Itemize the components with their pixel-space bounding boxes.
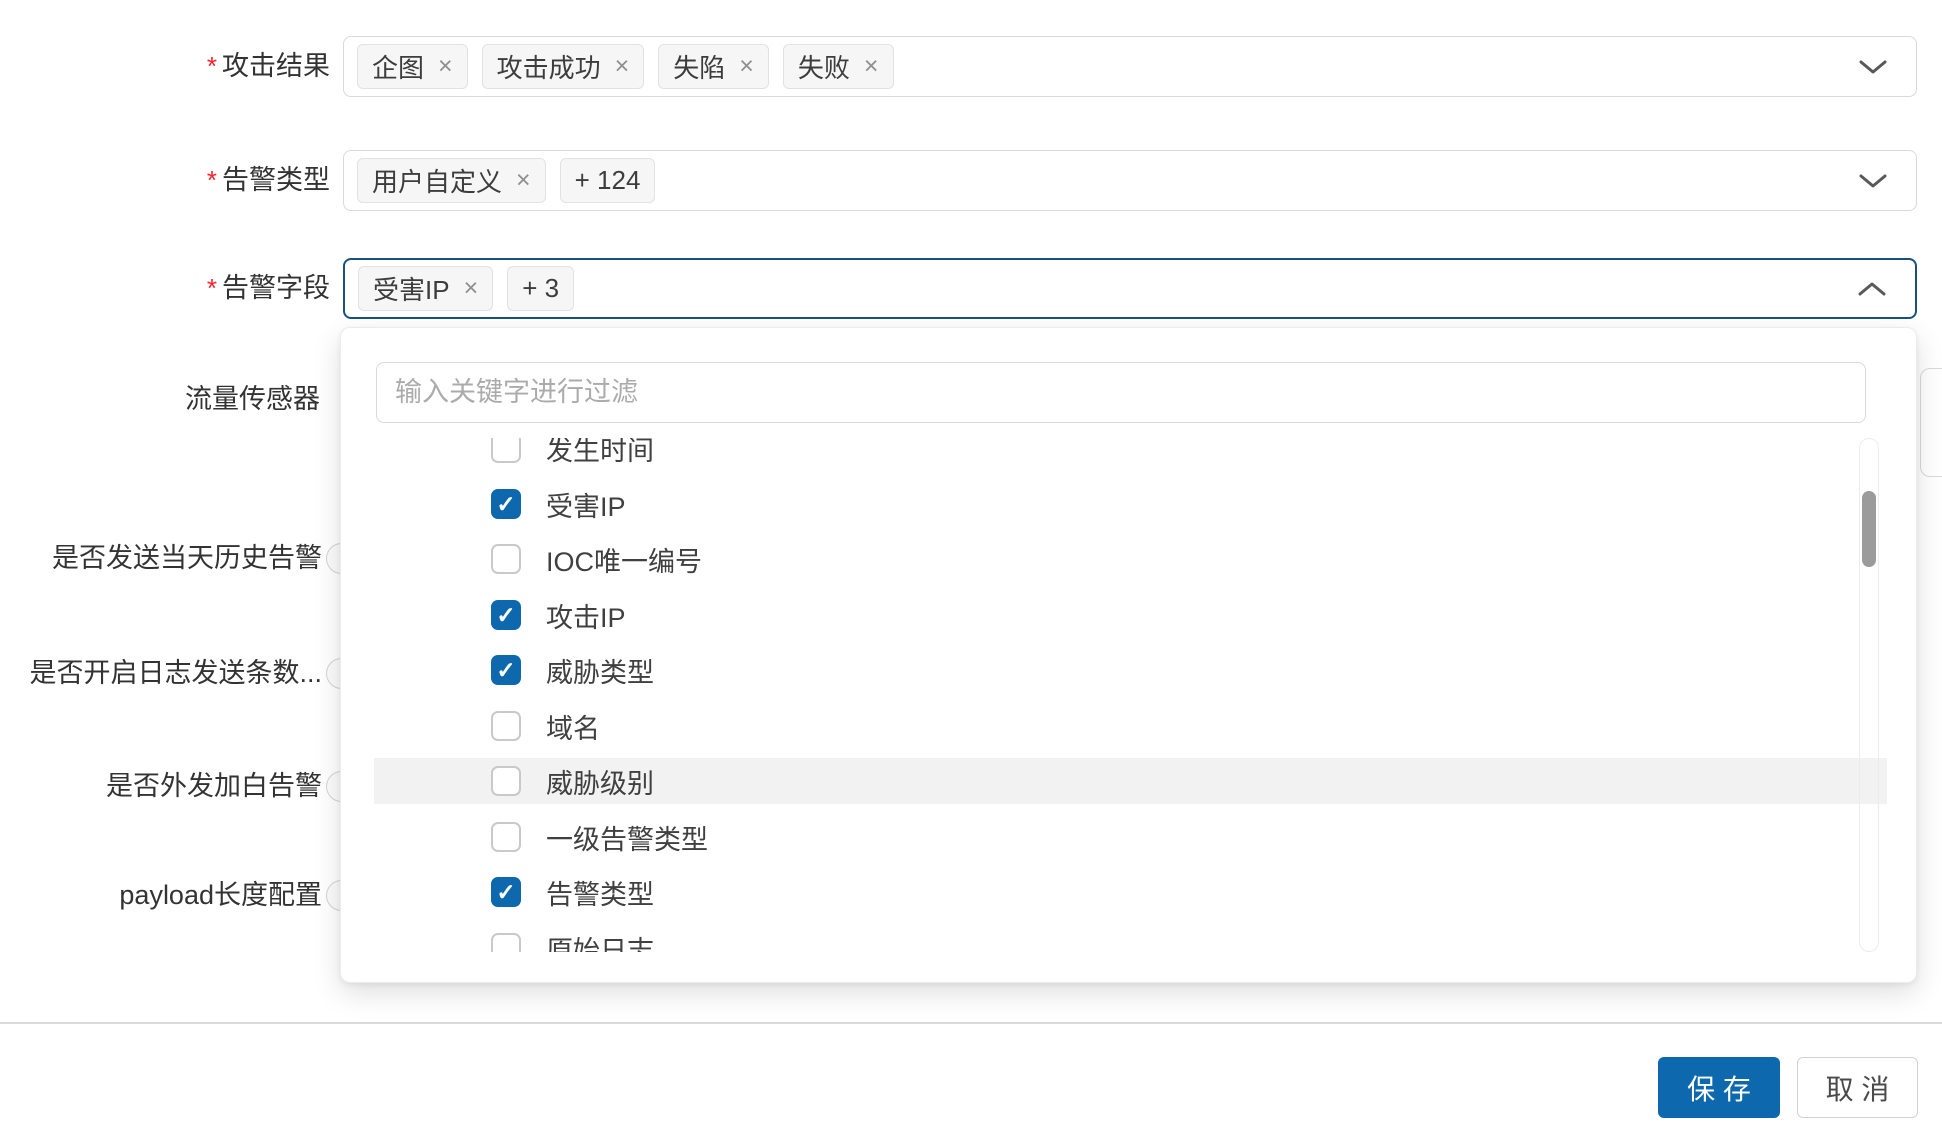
option-ioc-id[interactable]: IOC唯一编号 xyxy=(374,536,1887,582)
required-asterisk: * xyxy=(206,165,217,195)
check-icon: ✓ xyxy=(496,879,516,905)
checkbox-unchecked[interactable] xyxy=(491,933,521,952)
checkbox-checked[interactable]: ✓ xyxy=(491,600,521,630)
chevron-up-icon xyxy=(1857,280,1887,298)
check-icon: ✓ xyxy=(496,657,516,683)
scrollbar-thumb[interactable] xyxy=(1862,491,1876,567)
alert-field-select[interactable]: 受害IP × + 3 xyxy=(343,258,1917,319)
footer-divider xyxy=(0,1022,1942,1024)
filter-keyword-input[interactable] xyxy=(376,362,1866,423)
tag-close-icon[interactable]: × xyxy=(864,54,879,79)
required-asterisk: * xyxy=(206,273,217,303)
tag-close-icon[interactable]: × xyxy=(739,54,754,79)
attack-result-label: * 攻击结果 xyxy=(206,51,330,81)
tag-close-icon[interactable]: × xyxy=(464,276,479,301)
whitelist-alert-label: 是否外发加白告警 xyxy=(106,771,322,801)
checkbox-unchecked[interactable] xyxy=(491,438,521,463)
option-alert-type[interactable]: ✓ 告警类型 xyxy=(374,869,1887,915)
checkbox-unchecked[interactable] xyxy=(491,822,521,852)
checkbox-checked[interactable]: ✓ xyxy=(491,489,521,519)
option-threat-type[interactable]: ✓ 威胁类型 xyxy=(374,647,1887,693)
option-threat-level[interactable]: 威胁级别 xyxy=(374,758,1887,804)
checkbox-unchecked[interactable] xyxy=(491,544,521,574)
chevron-down-icon xyxy=(1858,172,1888,190)
checkbox-checked[interactable]: ✓ xyxy=(491,877,521,907)
alert-type-label: * 告警类型 xyxy=(206,165,330,195)
tag-failed: 失败 × xyxy=(782,44,894,89)
checkbox-checked[interactable]: ✓ xyxy=(491,655,521,685)
cancel-button[interactable]: 取 消 xyxy=(1797,1057,1918,1118)
check-icon: ✓ xyxy=(496,602,516,628)
send-history-label: 是否发送当天历史告警 xyxy=(52,543,322,573)
traffic-sensor-label: 流量传感器 xyxy=(185,384,320,414)
option-raw-log[interactable]: 原始日志 xyxy=(374,925,1887,952)
alert-export-config-form: * 攻击结果 企图 × 攻击成功 × 失陷 × 失败 × * 告警类型 用户自定义 × + 1… xyxy=(0,0,1942,1138)
alert-field-label: * 告警字段 xyxy=(206,273,330,303)
log-count-label: 是否开启日志发送条数... xyxy=(29,658,322,688)
tag-more-count: + 3 xyxy=(507,266,575,311)
check-icon: ✓ xyxy=(496,491,516,517)
tag-victim-ip: 受害IP × xyxy=(358,266,494,311)
chevron-down-icon xyxy=(1858,58,1888,76)
attack-result-select[interactable]: 企图 × 攻击成功 × 失陷 × 失败 × xyxy=(343,36,1917,97)
payload-length-label: payload长度配置 xyxy=(119,880,322,910)
checkbox-unchecked[interactable] xyxy=(491,766,521,796)
tag-user-defined: 用户自定义 × xyxy=(357,158,546,203)
option-domain[interactable]: 域名 xyxy=(374,703,1887,749)
tag-close-icon[interactable]: × xyxy=(516,168,531,193)
option-attack-ip[interactable]: ✓ 攻击IP xyxy=(374,592,1887,638)
alert-field-dropdown: 发生时间 ✓ 受害IP IOC唯一编号 ✓ 攻击IP ✓ 威胁类型 域名 xyxy=(340,327,1917,983)
alert-type-select[interactable]: 用户自定义 × + 124 xyxy=(343,150,1917,211)
option-level1-alert-type[interactable]: 一级告警类型 xyxy=(374,814,1887,860)
option-victim-ip[interactable]: ✓ 受害IP xyxy=(374,481,1887,527)
option-occur-time[interactable]: 发生时间 xyxy=(374,438,1887,471)
save-button[interactable]: 保 存 xyxy=(1658,1057,1780,1118)
option-list: 发生时间 ✓ 受害IP IOC唯一编号 ✓ 攻击IP ✓ 威胁类型 域名 威胁级… xyxy=(341,438,1918,952)
tag-attack-success: 攻击成功 × xyxy=(481,44,645,89)
tag-attempt: 企图 × xyxy=(357,44,468,89)
tag-close-icon[interactable]: × xyxy=(438,54,453,79)
checkbox-unchecked[interactable] xyxy=(491,711,521,741)
tag-compromised: 失陷 × xyxy=(658,44,769,89)
traffic-sensor-select-edge xyxy=(1920,368,1942,477)
required-asterisk: * xyxy=(206,51,217,81)
tag-more-count: + 124 xyxy=(559,158,656,203)
tag-close-icon[interactable]: × xyxy=(615,54,630,79)
